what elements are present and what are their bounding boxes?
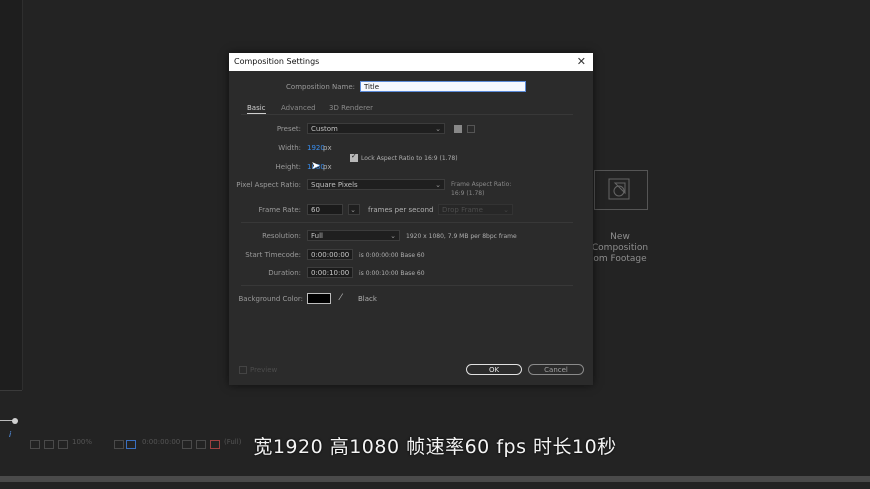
close-icon[interactable]: ✕ [577,55,586,68]
chevron-down-icon: ⌄ [503,206,509,214]
mouse-cursor-icon: ➤ [311,159,321,172]
height-label: Height: [275,163,302,171]
chevron-down-icon: ⌄ [435,181,441,189]
width-label: Width: [278,144,301,152]
chevron-down-icon: ⌄ [350,206,356,214]
resolution-select[interactable]: Full ⌄ [307,230,400,241]
resolution-info: 1920 x 1080, 7.9 MB per 8bpc frame [406,233,517,240]
chevron-down-icon: ⌄ [435,125,441,133]
preset-label: Preset: [276,125,301,133]
frame-aspect-label: Frame Aspect Ratio: [451,181,512,188]
frame-aspect-value: 16:9 (1.78) [451,190,485,197]
tab-basic[interactable]: Basic [247,104,266,114]
frame-rate-label: Frame Rate: [258,206,301,214]
delete-preset-icon[interactable] [467,125,475,133]
drop-frame-select[interactable]: Drop Frame ⌄ [438,204,513,215]
resolution-label: Resolution: [262,232,301,240]
duration-input[interactable]: 0:00:10:00 [307,267,353,278]
frame-rate-unit: frames per second [368,206,434,214]
pixel-aspect-select[interactable]: Square Pixels ⌄ [307,179,445,190]
preset-select[interactable]: Custom ⌄ [307,123,445,134]
eyedropper-icon[interactable]: ⁄ [340,293,342,303]
start-timecode-input[interactable]: 0:00:00:00 [307,249,353,260]
frame-rate-dropdown[interactable]: ⌄ [348,204,360,215]
timeline-slider-handle[interactable] [12,418,18,424]
tab-divider [241,114,573,115]
scrollbar[interactable] [0,476,870,482]
height-unit: px [323,163,332,171]
background-color-label: Background Color: [238,295,304,303]
lock-aspect-label: Lock Aspect Ratio to 16:9 (1.78) [361,155,458,162]
section-divider [241,285,573,286]
video-subtitle: 宽1920 高1080 帧速率60 fps 时长10秒 [253,436,617,458]
dialog-titlebar: Composition Settings ✕ [229,53,593,71]
start-timecode-info: is 0:00:00:00 Base 60 [359,252,425,259]
duration-info: is 0:00:10:00 Base 60 [359,270,425,277]
preview-checkbox[interactable] [239,366,247,374]
width-unit: px [323,144,332,152]
background-color-swatch[interactable] [307,293,331,304]
pixel-aspect-label: Pixel Aspect Ratio: [236,181,301,189]
ok-button[interactable]: OK [466,364,522,375]
comp-name-label: Composition Name: [286,83,355,91]
left-panel [0,0,23,390]
comp-name-input[interactable]: Title [360,81,526,92]
tab-advanced[interactable]: Advanced [281,104,316,112]
start-timecode-label: Start Timecode: [245,251,301,259]
dialog-title: Composition Settings [234,57,320,66]
save-preset-icon[interactable] [454,125,462,133]
chevron-down-icon: ⌄ [390,232,396,240]
composition-settings-dialog: Composition Settings ✕ Composition Name:… [229,53,593,385]
frame-rate-input[interactable]: 60 [307,204,343,215]
new-composition-icon[interactable] [594,170,648,210]
lock-aspect-checkbox[interactable] [350,152,358,162]
new-composition-label[interactable]: New Composition om Footage [590,232,650,265]
duration-label: Duration: [268,269,301,277]
background-color-name: Black [358,295,377,303]
tab-3d-renderer[interactable]: 3D Renderer [329,104,373,112]
preview-label: Preview [250,366,278,374]
section-divider [241,222,573,223]
cancel-button[interactable]: Cancel [528,364,584,375]
panel-divider [0,390,22,391]
